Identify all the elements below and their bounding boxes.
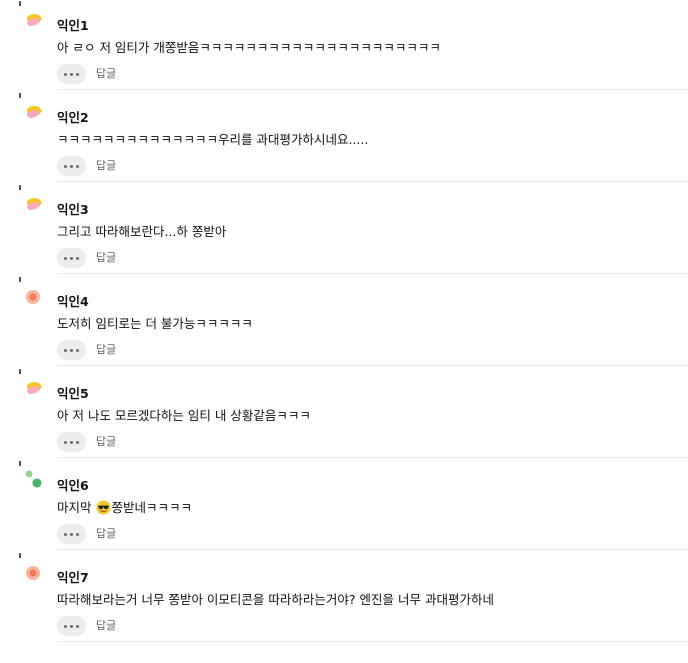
reply-button[interactable]: 답글 [96,619,116,633]
reply-button[interactable]: 답글 [96,343,116,357]
more-options-button[interactable] [57,156,86,176]
comment-nickname: 익인4 [57,294,89,309]
comment-text-after-emoji: 쫑받네ㅋㅋㅋㅋ [111,500,193,515]
reply-button[interactable]: 답글 [96,527,116,541]
comment-nickname: 익인7 [57,570,89,585]
more-options-button[interactable] [57,64,86,84]
more-options-icon [64,72,67,76]
divider [57,641,688,642]
avatar-icon[interactable] [18,368,46,404]
comment-text: 아 ㄹㅇ 저 임티가 개쫑받음ㅋㅋㅋㅋㅋㅋㅋㅋㅋㅋㅋㅋㅋㅋㅋㅋㅋㅋㅋㅋㅋ [57,40,441,55]
more-options-button[interactable] [57,340,86,360]
avatar-icon[interactable] [18,92,46,128]
comment-nickname: 익인2 [57,110,89,125]
comment-nickname: 익인3 [57,202,89,217]
divider [57,365,688,366]
comment-nickname: 익인6 [57,478,89,493]
avatar-icon[interactable] [18,460,46,496]
more-options-button[interactable] [57,432,86,452]
comment-nickname: 익인1 [57,18,89,33]
comment-text: 도저히 임티로는 더 불가능ㅋㅋㅋㅋㅋ [57,316,253,331]
divider [57,273,688,274]
avatar-icon[interactable] [18,276,46,312]
divider [57,181,688,182]
reply-button[interactable]: 답글 [96,67,116,81]
comment-text: ㅋㅋㅋㅋㅋㅋㅋㅋㅋㅋㅋㅋㅋㅋ우리를 과대평가하시네요..... [57,132,369,147]
avatar-icon[interactable] [18,552,46,588]
sunglasses-emoji-icon [95,500,111,515]
more-options-icon [64,164,67,168]
avatar-icon[interactable] [18,184,46,220]
comment-item: 익인7 따라해보라는거 너무 쫑받아 이모티콘을 따라하라는거야? 엔진을 너무… [0,552,688,644]
more-options-icon [64,256,67,260]
comment-text: 따라해보라는거 너무 쫑받아 이모티콘을 따라하라는거야? 엔진을 너무 과대평… [57,592,494,607]
avatar-icon[interactable] [18,0,46,36]
more-options-icon [64,624,67,628]
comment-text: 아 저 나도 모르겠다하는 임티 내 상황같음ㅋㅋㅋ [57,408,311,423]
comment-item: 익인4 도저히 임티로는 더 불가능ㅋㅋㅋㅋㅋ 답글 [0,276,688,368]
more-options-button[interactable] [57,616,86,636]
comment-item: 익인2 ㅋㅋㅋㅋㅋㅋㅋㅋㅋㅋㅋㅋㅋㅋ우리를 과대평가하시네요..... 답글 [0,92,688,184]
more-options-icon [64,440,67,444]
divider [57,457,688,458]
comment-item: 익인6 마지막 쫑받네ㅋㅋㅋㅋ 답글 [0,460,688,552]
comment-text: 그리고 따라해보란다...하 쫑받아 [57,224,227,239]
divider [57,89,688,90]
more-options-icon [64,348,67,352]
divider [57,549,688,550]
comment-text-before-emoji: 마지막 [57,500,92,515]
more-options-icon [64,532,67,536]
reply-button[interactable]: 답글 [96,159,116,173]
comment-item: 익인5 아 저 나도 모르겠다하는 임티 내 상황같음ㅋㅋㅋ 답글 [0,368,688,460]
reply-button[interactable]: 답글 [96,435,116,449]
reply-button[interactable]: 답글 [96,251,116,265]
comment-item: 익인1 아 ㄹㅇ 저 임티가 개쫑받음ㅋㅋㅋㅋㅋㅋㅋㅋㅋㅋㅋㅋㅋㅋㅋㅋㅋㅋㅋㅋㅋ… [0,0,688,92]
comment-nickname: 익인5 [57,386,89,401]
comment-text: 마지막 쫑받네ㅋㅋㅋㅋ [57,500,192,516]
more-options-button[interactable] [57,524,86,544]
more-options-button[interactable] [57,248,86,268]
comment-item: 익인3 그리고 따라해보란다...하 쫑받아 답글 [0,184,688,276]
